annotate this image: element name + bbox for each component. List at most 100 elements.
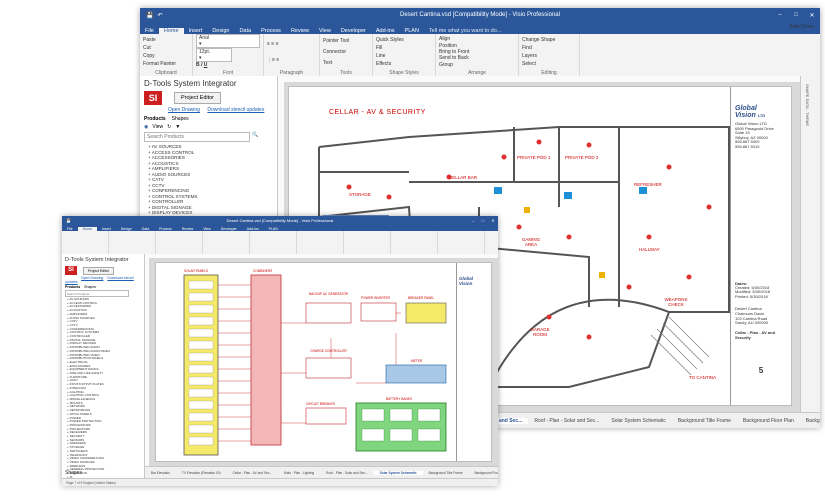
- front-page-tab-0[interactable]: Bar Elevation: [145, 471, 176, 475]
- font-size-select[interactable]: 12pt. ▾: [196, 48, 232, 62]
- filter-icon[interactable]: ▼: [175, 124, 180, 130]
- quick-styles-button[interactable]: Quick Styles: [376, 37, 432, 43]
- back-page-tab-1[interactable]: Roof - Plan - Solar and Sec...: [528, 418, 605, 424]
- search-icon[interactable]: 🔍: [252, 132, 258, 142]
- select-button[interactable]: Select: [522, 61, 576, 67]
- copy-button[interactable]: Copy: [143, 53, 189, 59]
- view-icon[interactable]: ◉: [144, 124, 148, 130]
- effects-button[interactable]: Effects: [376, 61, 432, 67]
- text-tool-button[interactable]: Text: [323, 60, 369, 66]
- front-title-bar: 💾 Desert Cantina.vsd [Compatibility Mode…: [62, 216, 498, 224]
- front-page-tab-7[interactable]: Background Floor Plan: [469, 471, 498, 475]
- front-project-editor-button[interactable]: Project Editor: [83, 266, 115, 275]
- title-block-dates: Created: 5/30/2018 Modified: 5/30/2018 Pri…: [731, 285, 791, 300]
- fill-button[interactable]: Fill: [376, 45, 432, 51]
- garage-arc: [488, 298, 670, 388]
- front-global-vision-logo: Global Vision: [459, 276, 474, 286]
- front-search-products-input[interactable]: [65, 290, 129, 297]
- front-si-logo: SI: [65, 266, 77, 275]
- search-products-input[interactable]: [144, 132, 250, 142]
- front-drawing-canvas[interactable]: SOLAR PANELS COMBINERS BACKUP AC GENERAT…: [149, 258, 498, 466]
- clipboard-group: Paste Cut Copy Format Painter Clipboard: [140, 34, 193, 76]
- change-shape-button[interactable]: Change Shape: [522, 37, 576, 43]
- products-tab[interactable]: Products: [144, 116, 166, 122]
- title-block: Global Vision LTD Global Vision LTD 6500 …: [730, 87, 791, 405]
- label-charge-controller: CHARGE CONTROLLER: [310, 349, 347, 353]
- back-panel-title: D-Tools System Integrator: [144, 79, 237, 88]
- align-button[interactable]: Align: [439, 36, 515, 42]
- title-block-address: Global Vision LTD 6500 Paragould Drive Sui…: [731, 121, 791, 151]
- user-name[interactable]: Seth Cross: [789, 24, 814, 30]
- shape-data-pane[interactable]: SHAPE DATA - THEME: [800, 76, 820, 412]
- font-style-buttons[interactable]: B I U: [196, 62, 260, 68]
- label-solar-panels: SOLAR PANELS: [184, 269, 209, 273]
- front-page-tab-4[interactable]: Roof - Plan - Solar and Sec...: [320, 471, 373, 475]
- front-open-drawing-link[interactable]: Open Drawing: [81, 276, 103, 280]
- align-lines-icon[interactable]: ≡ ≡ ≡: [267, 41, 316, 47]
- back-page-tabs: AV and Sec... Roof - Plan - Solar and Sec…: [485, 412, 820, 428]
- circuit-breaker-block: [305, 407, 347, 425]
- open-drawing-link[interactable]: Open Drawing: [168, 107, 200, 113]
- group-button[interactable]: Group: [439, 62, 515, 68]
- front-shapes-label[interactable]: Shapes: [65, 470, 82, 476]
- tools-group: Pointer Tool Connector Text Tools: [320, 34, 373, 76]
- backup-generator-block: [305, 302, 352, 324]
- front-page-tab-5[interactable]: Solar System Schematic: [373, 471, 423, 475]
- project-editor-button[interactable]: Project Editor: [174, 92, 222, 104]
- front-window-title: Desert Cantina.vsd [Compatibility Mode] …: [226, 217, 334, 223]
- front-page-tab-2[interactable]: Cellar - Plan - AV and Sec...: [227, 471, 278, 475]
- schematic-page[interactable]: SOLAR PANELS COMBINERS BACKUP AC GENERAT…: [155, 262, 492, 462]
- font-name-select[interactable]: Arial ▾: [196, 34, 260, 48]
- room-refresher: REFRESHER: [634, 182, 662, 187]
- front-products-tab[interactable]: Products: [65, 285, 80, 289]
- plan-heading: CELLAR - AV & SECURITY: [329, 109, 426, 116]
- shape-data-label: SHAPE DATA - THEME: [805, 84, 810, 127]
- view-button[interactable]: View: [152, 124, 163, 130]
- front-title-block: Global Vision 5: [456, 263, 491, 461]
- room-garage-room: GARAGE ROOM: [530, 327, 550, 337]
- title-block-client: Desert Cantina Chalmuns Davis 103 Cantina …: [731, 299, 791, 325]
- line-button[interactable]: Line: [376, 53, 432, 59]
- back-page-tab-4[interactable]: Background Floor Plan: [737, 418, 800, 424]
- label-power-inverter: POWER INVERTER: [361, 296, 390, 300]
- room-cellar-bar: CELLAR BAR: [449, 175, 478, 180]
- room-gaming-area: GAMING AREA: [521, 237, 541, 247]
- back-title-bar: 💾 ↶ Desert Cantina.vsd [Compatibility Mo…: [140, 8, 820, 22]
- pointer-tool-button[interactable]: Pointer Tool: [323, 38, 369, 44]
- front-shapes-tab[interactable]: Shapes: [84, 285, 96, 289]
- front-dtools-panel: D-Tools System Integrator SI Project Edi…: [62, 254, 145, 478]
- combiners-block: [250, 274, 282, 446]
- cut-button[interactable]: Cut: [143, 45, 189, 51]
- send-back-button[interactable]: Send to Back: [439, 55, 515, 61]
- font-name-value: Arial: [199, 35, 210, 41]
- front-panel-title: D-Tools System Integrator: [65, 257, 129, 263]
- layers-button[interactable]: Layers: [522, 53, 576, 59]
- room-hallway: HALLWAY: [639, 247, 660, 252]
- list-icon[interactable]: ⋮≡ ≡: [267, 57, 316, 63]
- position-button[interactable]: Position: [439, 43, 515, 49]
- font-size-value: 12pt.: [199, 49, 211, 55]
- shape-styles-group: Quick Styles Fill Line Effects Shape Sty…: [373, 34, 436, 76]
- front-page-tab-6[interactable]: Background Title Frame: [423, 471, 469, 475]
- back-ribbon: Paste Cut Copy Format Painter Clipboard …: [140, 24, 820, 77]
- connector-button[interactable]: Connector: [323, 49, 369, 55]
- back-page-tab-3[interactable]: Background Title Frame: [672, 418, 737, 424]
- front-page-tab-3[interactable]: Main - Plan - Lighting: [278, 471, 320, 475]
- refresh-icon[interactable]: ↻: [167, 124, 171, 130]
- download-updates-link[interactable]: Download stencil updates: [207, 107, 264, 113]
- address-line-5: 555.867.5310: [735, 143, 760, 149]
- front-page-tab-1[interactable]: TV Elevation (Elevation 00): [176, 471, 227, 475]
- find-button[interactable]: Find: [522, 45, 576, 51]
- front-ribbon: [62, 231, 498, 255]
- room-private-pod-2: PRIVATE POD 2: [565, 155, 599, 160]
- bring-front-button[interactable]: Bring to Front: [439, 49, 515, 55]
- back-page-tab-2[interactable]: Solar System Schematic: [605, 418, 671, 424]
- power-inverter-block: [360, 302, 397, 322]
- charge-controller-block: [305, 357, 352, 379]
- room-storage: STORAGE: [349, 192, 371, 197]
- paste-button[interactable]: Paste: [143, 37, 189, 43]
- meter-block: [385, 364, 447, 384]
- back-page-tab-5[interactable]: Background-Cel...: [800, 418, 820, 424]
- shapes-tab[interactable]: Shapes: [172, 116, 189, 122]
- format-painter-button[interactable]: Format Painter: [143, 61, 189, 67]
